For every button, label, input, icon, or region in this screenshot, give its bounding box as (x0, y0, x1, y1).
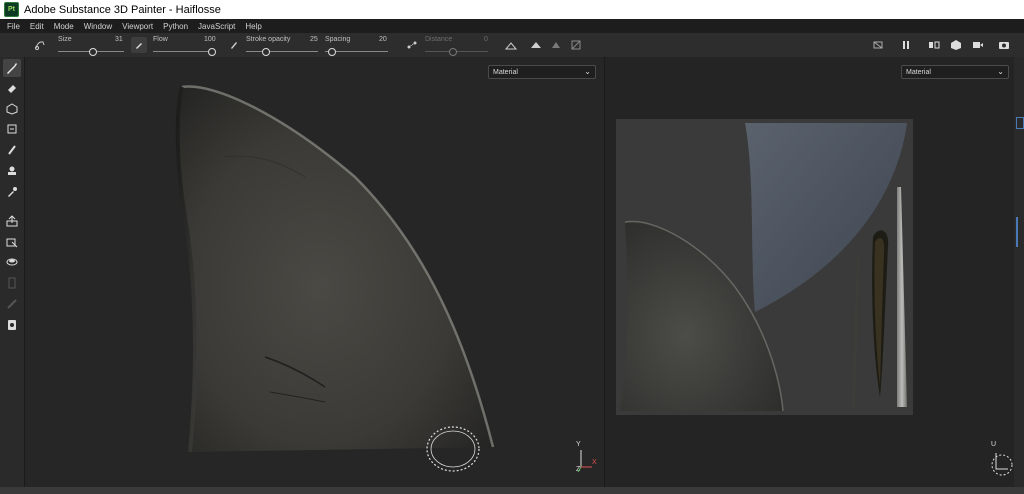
panel-tab-marker[interactable] (1016, 217, 1024, 247)
lazy-mouse-icon[interactable] (32, 37, 48, 53)
stroke-opacity-value[interactable]: 25 (310, 36, 318, 43)
menu-bar: File Edit Mode Window Viewport Python Ja… (0, 19, 1024, 33)
bake-export-tool[interactable] (3, 212, 21, 230)
menu-help[interactable]: Help (245, 22, 261, 31)
axis-gizmo-icon (577, 450, 592, 473)
lazy-mouse-toggle-icon[interactable] (404, 37, 420, 53)
video-camera-icon[interactable] (970, 37, 986, 53)
eraser-tool[interactable] (3, 79, 21, 97)
menu-edit[interactable]: Edit (30, 22, 44, 31)
stroke-opacity-slider[interactable] (246, 48, 318, 56)
title-bar: Pt Adobe Substance 3D Painter - Haifloss… (0, 0, 1024, 19)
display-mode-icon[interactable] (948, 37, 964, 53)
fin-3d-model (175, 85, 495, 472)
stroke-opacity-slider-handle[interactable] (262, 48, 270, 56)
measure-tool-disabled (3, 295, 21, 313)
spacing-label: Spacing (325, 36, 351, 43)
distance-value: 0 (484, 36, 488, 43)
axis-u-label: U (991, 441, 997, 448)
render-tool[interactable] (3, 316, 21, 334)
flow-value[interactable]: 100 (204, 36, 216, 43)
size-label: Size (58, 36, 72, 43)
size-slider-handle[interactable] (89, 48, 97, 56)
menu-mode[interactable]: Mode (54, 22, 74, 31)
uv-gizmo-icon (991, 453, 1013, 476)
spacing-value[interactable]: 20 (379, 36, 387, 43)
panel-tab-marker[interactable] (1016, 117, 1024, 129)
menu-javascript[interactable]: JavaScript (198, 22, 235, 31)
symmetry-icon[interactable] (503, 37, 519, 53)
viewport-2d[interactable]: Material ⌄ U (604, 57, 1015, 487)
window-title: Adobe Substance 3D Painter - Haiflosse (24, 3, 221, 16)
projection-mode-icon[interactable] (528, 37, 544, 53)
transform-icon[interactable] (568, 37, 584, 53)
polygon-fill-tool[interactable] (3, 233, 21, 251)
app-logo-icon: Pt (4, 2, 19, 17)
pen-pressure-icon[interactable] (226, 37, 242, 53)
brush-preset-button[interactable] (131, 37, 147, 53)
distance-label: Distance (425, 36, 453, 43)
clone-stamp-tool[interactable] (3, 162, 21, 180)
size-slider[interactable] (58, 48, 124, 56)
spacing-slider-handle[interactable] (328, 48, 336, 56)
distance-slider-handle (449, 48, 457, 56)
menu-python[interactable]: Python (163, 22, 188, 31)
menu-file[interactable]: File (7, 22, 20, 31)
smudge-tool[interactable] (3, 141, 21, 159)
spacing-slider[interactable] (325, 48, 388, 56)
color-picker-tool[interactable] (3, 183, 21, 201)
distance-slider (425, 48, 488, 56)
flow-slider-handle[interactable] (208, 48, 216, 56)
viewport-3d[interactable]: Material ⌄ Y X Z (25, 57, 603, 487)
right-panel-edge[interactable] (1014, 57, 1024, 487)
uv-texture-map (616, 119, 913, 415)
layer-tool-disabled (3, 274, 21, 292)
flow-label: Flow (153, 36, 168, 43)
camera-settings-icon[interactable] (870, 37, 886, 53)
stroke-opacity-label: Stroke opacity (246, 36, 291, 43)
menu-viewport[interactable]: Viewport (122, 22, 153, 31)
bottom-status-bar (0, 487, 1024, 494)
flow-slider[interactable] (153, 48, 216, 56)
geometry-fill-tool[interactable] (3, 120, 21, 138)
fill-mode-icon[interactable] (548, 37, 564, 53)
size-value[interactable]: 31 (115, 36, 123, 43)
pause-icon[interactable] (898, 37, 914, 53)
split-view-icon[interactable] (926, 37, 942, 53)
paint-brush-tool[interactable] (3, 59, 21, 77)
context-toolbar: Size 31 Flow 100 Stroke opacity 25 Spaci… (0, 33, 1024, 58)
material-picker-tool[interactable] (3, 253, 21, 271)
menu-window[interactable]: Window (84, 22, 112, 31)
tool-strip (0, 57, 25, 487)
projection-tool[interactable] (3, 100, 21, 118)
screenshot-camera-icon[interactable] (996, 37, 1012, 53)
